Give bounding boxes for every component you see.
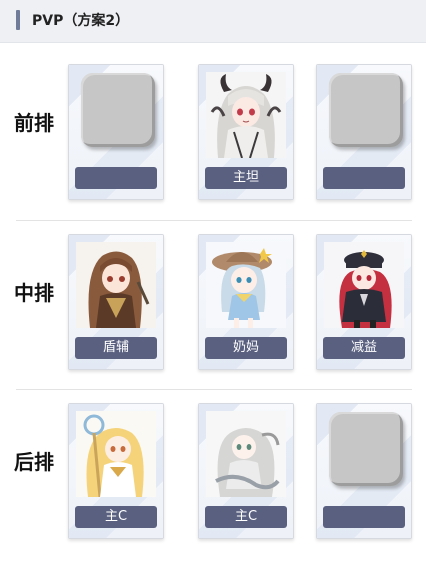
- role-label: 主C: [75, 506, 157, 528]
- card-slot-front-1[interactable]: [68, 64, 164, 200]
- role-label: 主坦: [205, 167, 287, 189]
- row-front: 前排 主坦: [0, 52, 426, 222]
- card-slot-back-1[interactable]: 主C: [68, 403, 164, 539]
- row-divider: [16, 389, 412, 390]
- card-slot-back-3[interactable]: [316, 403, 412, 539]
- card-slot-middle-3[interactable]: 减益: [316, 234, 412, 370]
- role-label: [323, 506, 405, 528]
- card-slot-front-3[interactable]: [316, 64, 412, 200]
- character-portrait-officer-cap-girl[interactable]: [324, 242, 404, 328]
- role-label: [323, 167, 405, 189]
- role-label: [75, 167, 157, 189]
- card-slot-middle-2[interactable]: 奶妈: [198, 234, 294, 370]
- character-portrait-blonde-staff-girl[interactable]: [76, 411, 156, 497]
- role-label: 盾辅: [75, 337, 157, 359]
- character-portrait-silver-hair-girl[interactable]: [206, 411, 286, 497]
- character-portrait-dark-horned-girl[interactable]: [206, 72, 286, 158]
- empty-slot[interactable]: [329, 412, 403, 486]
- section-header: PVP（方案2）: [0, 0, 426, 43]
- character-portrait-sunhat-girl[interactable]: [206, 242, 286, 328]
- card-slot-middle-1[interactable]: 盾辅: [68, 234, 164, 370]
- empty-slot[interactable]: [329, 73, 403, 147]
- card-slot-front-2[interactable]: 主坦: [198, 64, 294, 200]
- role-label: 奶妈: [205, 337, 287, 359]
- row-label-back: 后排: [14, 450, 54, 474]
- character-portrait-brown-hair-girl[interactable]: [76, 242, 156, 328]
- role-label: 减益: [323, 337, 405, 359]
- row-back: 后排 主C 主C: [0, 391, 426, 561]
- row-middle: 中排 盾辅 奶妈 减益: [0, 222, 426, 392]
- row-label-middle: 中排: [14, 281, 54, 305]
- card-slot-back-2[interactable]: 主C: [198, 403, 294, 539]
- role-label: 主C: [205, 506, 287, 528]
- section-title: PVP（方案2）: [32, 13, 130, 29]
- empty-slot[interactable]: [81, 73, 155, 147]
- row-label-front: 前排: [14, 111, 54, 135]
- header-accent-bar: [16, 10, 20, 30]
- row-divider: [16, 220, 412, 221]
